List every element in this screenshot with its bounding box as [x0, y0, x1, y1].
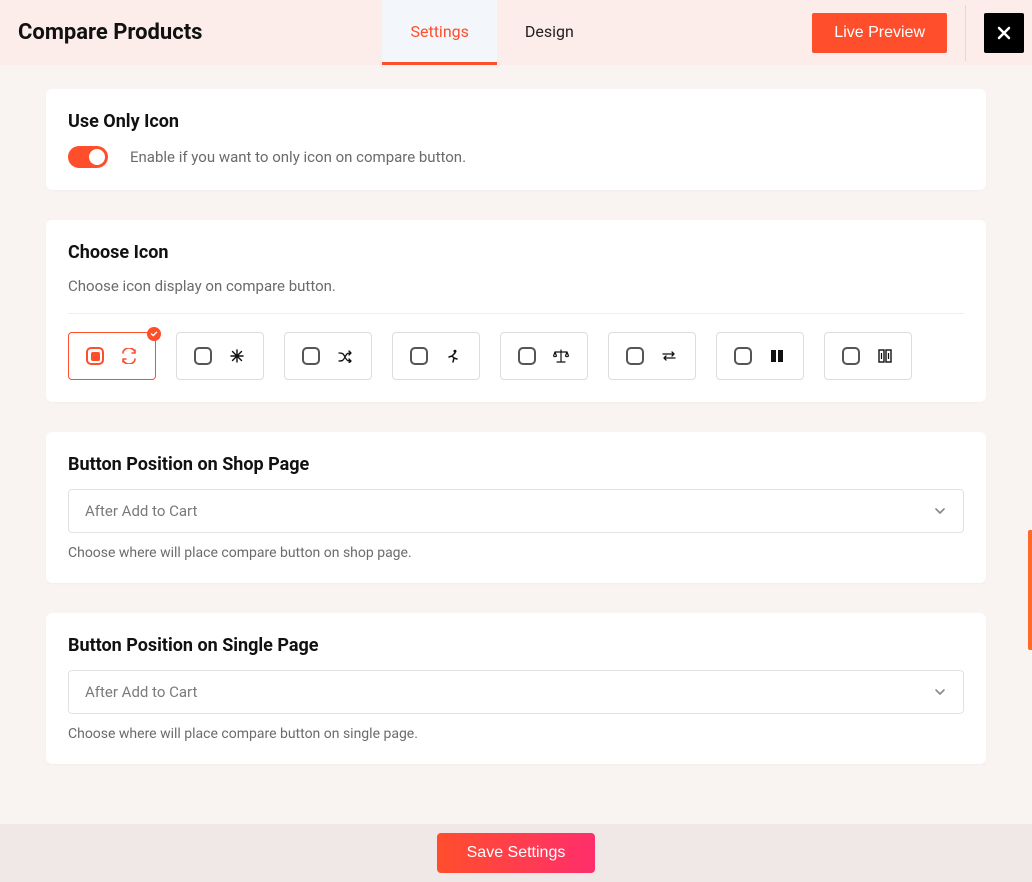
header: Compare Products Settings Design Live Pr… — [0, 0, 1032, 65]
single-position-value: After Add to Cart — [85, 683, 197, 701]
columns-icon — [768, 347, 786, 365]
checkbox — [86, 347, 104, 365]
shop-position-help: Choose where will place compare button o… — [68, 545, 964, 561]
swap-icon — [660, 347, 678, 365]
card-single-position: Button Position on Single Page After Add… — [46, 613, 986, 764]
scale-icon — [552, 347, 570, 365]
card-shop-position: Button Position on Shop Page After Add t… — [46, 432, 986, 583]
close-icon — [996, 25, 1012, 41]
save-settings-button[interactable]: Save Settings — [437, 833, 596, 873]
tab-design[interactable]: Design — [497, 0, 602, 65]
panels-icon — [876, 347, 894, 365]
selected-badge — [147, 327, 161, 341]
refresh-icon — [120, 347, 138, 365]
icon-option-shuffle[interactable] — [284, 332, 372, 380]
icon-option-panels[interactable] — [824, 332, 912, 380]
chevron-down-icon — [933, 504, 947, 518]
footer: Save Settings — [0, 824, 1032, 882]
tabs: Settings Design — [382, 0, 601, 65]
use-only-icon-help: Enable if you want to only icon on compa… — [130, 148, 466, 166]
live-preview-button[interactable]: Live Preview — [812, 13, 947, 53]
icon-grid — [68, 332, 964, 380]
close-button[interactable] — [984, 13, 1024, 53]
checkbox — [302, 347, 320, 365]
checkbox — [626, 347, 644, 365]
checkbox — [410, 347, 428, 365]
header-actions: Live Preview — [812, 0, 1032, 65]
icon-option-columns[interactable] — [716, 332, 804, 380]
icon-option-swap[interactable] — [608, 332, 696, 380]
toggle-row: Enable if you want to only icon on compa… — [68, 146, 964, 168]
shop-position-select[interactable]: After Add to Cart — [68, 489, 964, 533]
checkbox — [734, 347, 752, 365]
checkbox — [194, 347, 212, 365]
snowflake-icon — [228, 347, 246, 365]
choose-icon-help: Choose icon display on compare button. — [68, 277, 964, 295]
checkbox — [842, 347, 860, 365]
shop-position-value: After Add to Cart — [85, 502, 197, 520]
card-title-shop-position: Button Position on Shop Page — [68, 454, 964, 475]
tab-settings[interactable]: Settings — [382, 0, 496, 65]
single-position-select[interactable]: After Add to Cart — [68, 670, 964, 714]
header-divider — [965, 5, 966, 61]
edge-accent — [1028, 530, 1032, 650]
use-only-icon-toggle[interactable] — [68, 146, 108, 168]
card-choose-icon: Choose Icon Choose icon display on compa… — [46, 220, 986, 402]
card-title-choose-icon: Choose Icon — [68, 242, 964, 263]
icon-option-running[interactable] — [392, 332, 480, 380]
page-title: Compare Products — [18, 20, 202, 45]
card-title-single-position: Button Position on Single Page — [68, 635, 964, 656]
chevron-down-icon — [933, 685, 947, 699]
shuffle-icon — [336, 347, 354, 365]
running-icon — [444, 347, 462, 365]
icon-option-refresh[interactable] — [68, 332, 156, 380]
card-use-only-icon: Use Only Icon Enable if you want to only… — [46, 89, 986, 190]
divider — [68, 313, 964, 314]
checkbox — [518, 347, 536, 365]
icon-option-snowflake[interactable] — [176, 332, 264, 380]
icon-option-scale[interactable] — [500, 332, 588, 380]
single-position-help: Choose where will place compare button o… — [68, 726, 964, 742]
content: Use Only Icon Enable if you want to only… — [0, 65, 1032, 764]
card-title-use-only-icon: Use Only Icon — [68, 111, 964, 132]
